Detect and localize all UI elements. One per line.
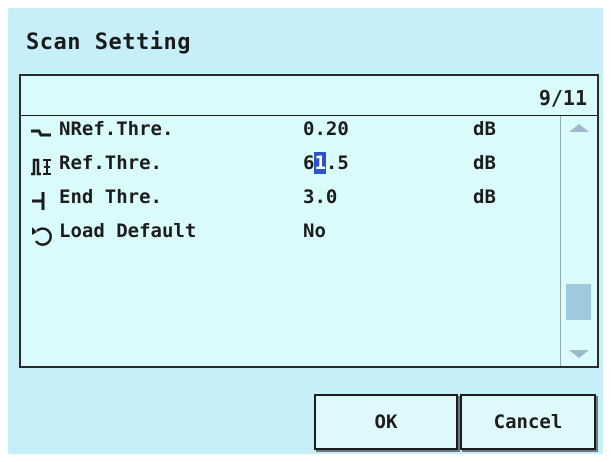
value-digits-before: 6 xyxy=(303,152,315,174)
vertical-scrollbar[interactable] xyxy=(560,116,596,366)
setting-label: End Thre. xyxy=(59,186,162,208)
setting-unit: dB xyxy=(473,186,496,208)
value-digits-after: .5 xyxy=(325,152,349,174)
ok-button[interactable]: OK xyxy=(314,394,458,450)
setting-label: Ref.Thre. xyxy=(59,152,162,174)
edit-cursor-digit[interactable]: 1 xyxy=(314,152,326,174)
setting-value[interactable]: No xyxy=(303,220,326,242)
dialog-title: Scan Setting xyxy=(26,30,191,55)
scroll-down-arrow-icon[interactable] xyxy=(569,350,589,358)
page-indicator: 9/11 xyxy=(538,86,587,110)
setting-unit: dB xyxy=(473,118,496,140)
settings-panel: 9/11 NRef.Thre. 0.20 dB Ref.Thre. 61.5 d… xyxy=(19,74,599,368)
setting-row-ref-threshold[interactable]: Ref.Thre. 61.5 dB xyxy=(21,150,561,184)
setting-label: NRef.Thre. xyxy=(59,118,174,140)
scroll-thumb[interactable] xyxy=(566,284,591,320)
page-bar: 9/11 xyxy=(21,76,597,116)
setting-unit: dB xyxy=(473,152,496,174)
setting-label: Load Default xyxy=(59,220,197,242)
cancel-button[interactable]: Cancel xyxy=(460,394,596,450)
end-threshold-icon xyxy=(32,192,45,210)
settings-list: NRef.Thre. 0.20 dB Ref.Thre. 61.5 dB End… xyxy=(21,116,561,366)
setting-row-end-threshold[interactable]: End Thre. 3.0 dB xyxy=(21,184,561,218)
scan-setting-dialog: Scan Setting 9/11 NRef.Thre. 0.20 dB Ref… xyxy=(8,8,603,454)
setting-value[interactable]: 0.20 xyxy=(303,118,349,140)
setting-value-editing[interactable]: 61.5 xyxy=(303,152,349,174)
nref-threshold-icon xyxy=(31,129,51,137)
setting-row-load-default[interactable]: Load Default No xyxy=(21,218,561,252)
setting-value[interactable]: 3.0 xyxy=(303,186,337,208)
setting-row-nref-threshold[interactable]: NRef.Thre. 0.20 dB xyxy=(21,116,561,150)
load-default-icon xyxy=(32,227,52,246)
ref-threshold-icon xyxy=(31,158,51,176)
scroll-up-arrow-icon[interactable] xyxy=(569,124,589,132)
